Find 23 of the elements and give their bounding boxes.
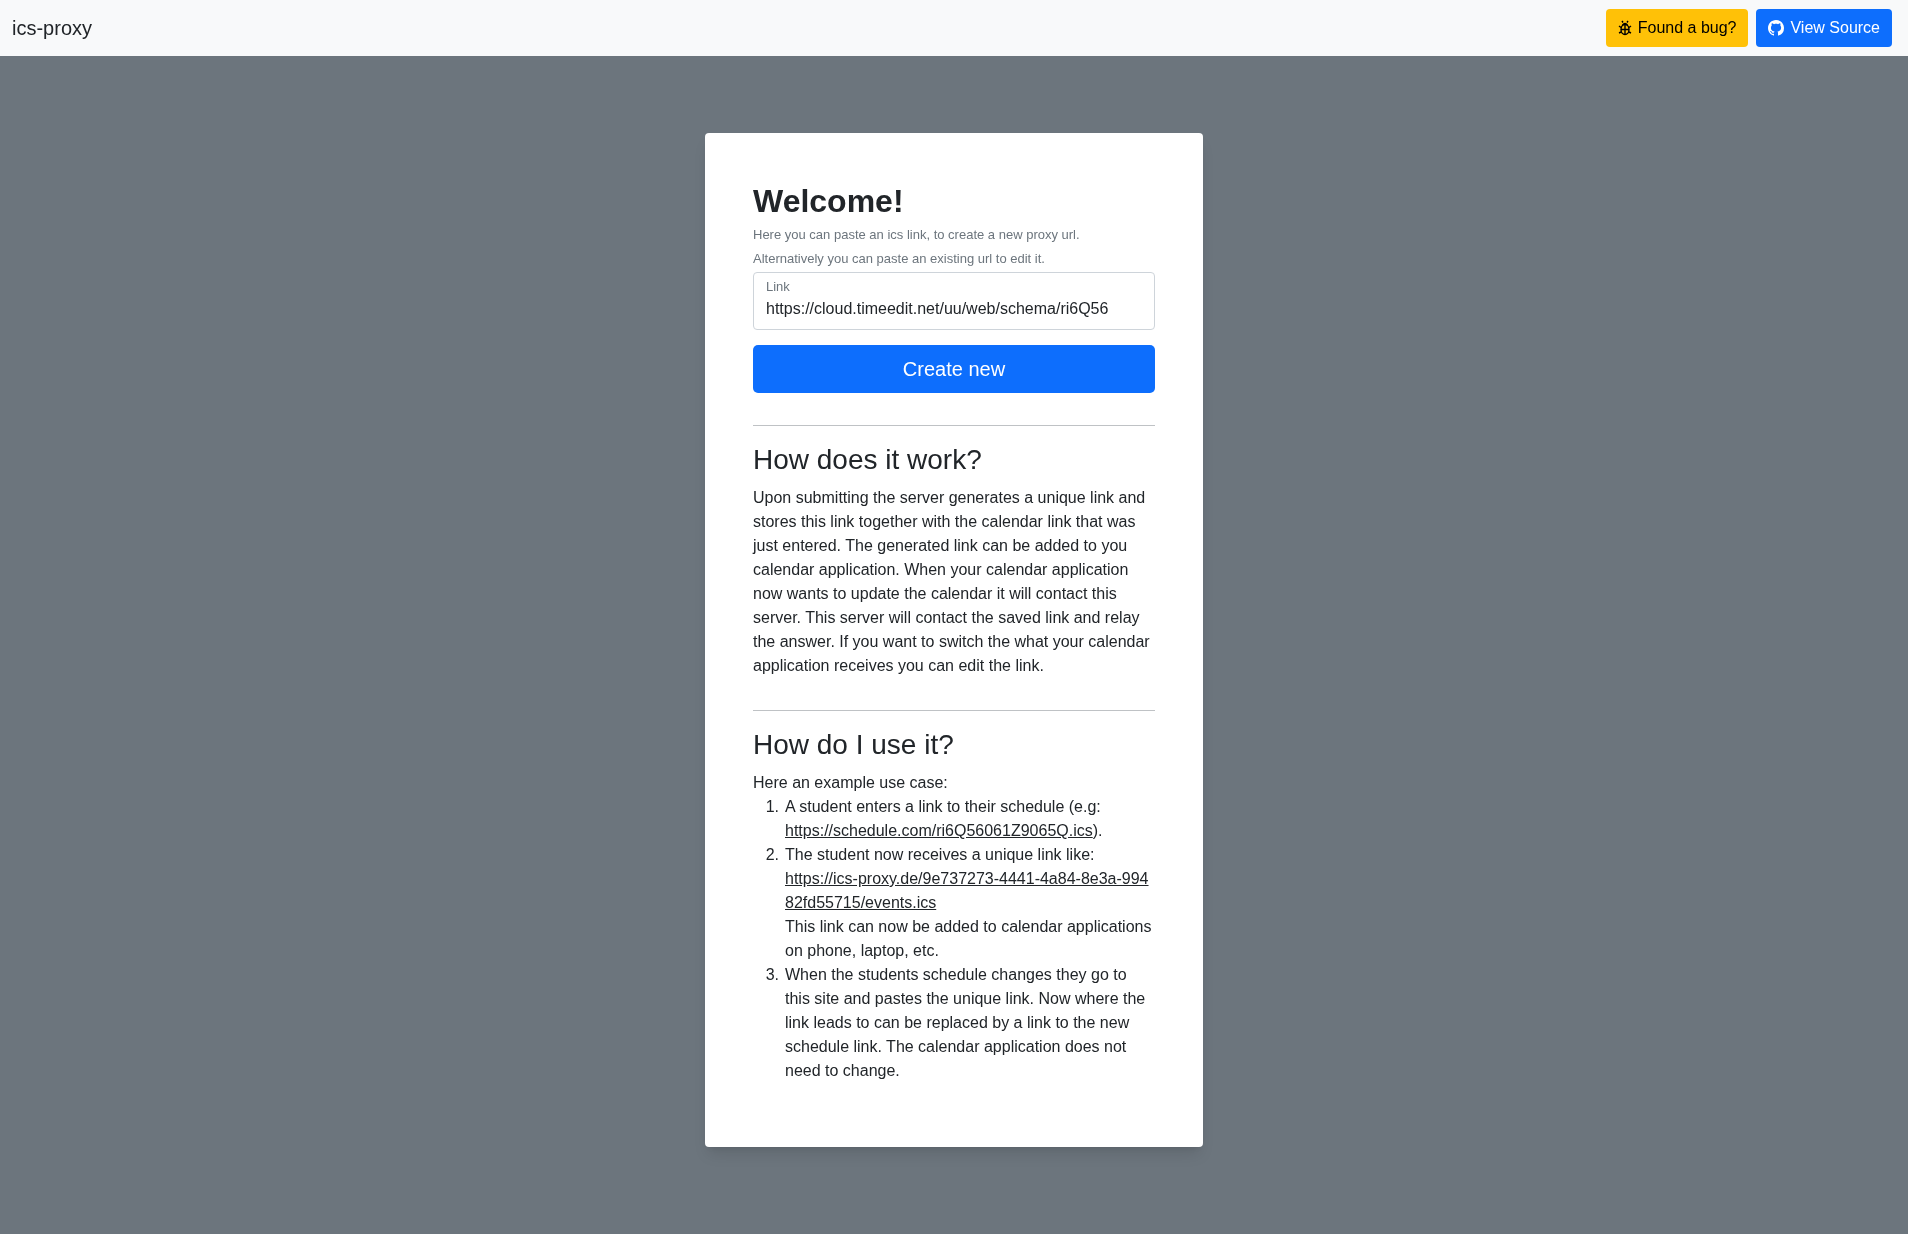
paragraph: Here an example use case: — [753, 773, 949, 793]
list-item-text: When the students schedule changes they go to this site and pastes the unique link. Now where the link leads to can be replaced by a link to the new schedule link. The calendar application does not need to change. — [785, 965, 1147, 1081]
intro-text: Alternatively you can paste an existing url to edit it. — [753, 250, 1046, 268]
brand-title[interactable]: ics-proxy — [12, 13, 92, 43]
field-label: Link — [766, 279, 790, 295]
page-heading: Welcome! — [753, 182, 905, 221]
example-link[interactable]: https://schedule.com/ri6Q56061Z9065Q.ics — [785, 822, 1093, 839]
section-heading: How do I use it? — [753, 728, 955, 762]
view-source-button[interactable]: View Source — [1756, 9, 1892, 47]
list-number: 1. — [764, 797, 780, 817]
github-cat-icon — [1768, 20, 1785, 36]
section-heading: How does it work? — [753, 443, 983, 477]
list-item-text: This link can now be added to calendar applications on phone, laptop, etc. — [785, 917, 1153, 961]
list-item-text: The student now receives a unique link like: — [785, 845, 1096, 865]
example-link[interactable]: https://ics-proxy.de/9e737273-4441-4a84-8e3a-99482fd55715/events.ics — [785, 867, 1155, 915]
list-item-text: A student enters a link to their schedule (e.g: https://schedule.com/ri6Q56061Z9065Q.ics). — [785, 797, 1104, 841]
intro-text: Here you can paste an ics link, to create a new proxy url. — [753, 226, 1081, 244]
create-new-button[interactable]: Create new — [753, 345, 1155, 393]
paragraph: Upon submitting the server generates a unique link and stores this link together with the calendar link that was just entered. The generated link can be added to you calendar application. When your calendar application now wants to update the calendar it will contact this server. This server will contact the saved link and relay the answer. If you want to switch the what your calendar application receives you can edit the link. — [753, 488, 1151, 676]
found-bug-button[interactable]: Found a bug? — [1605, 9, 1749, 47]
bug-icon — [1617, 20, 1632, 36]
list-number: 3. — [764, 965, 780, 985]
list-number: 2. — [764, 845, 780, 865]
